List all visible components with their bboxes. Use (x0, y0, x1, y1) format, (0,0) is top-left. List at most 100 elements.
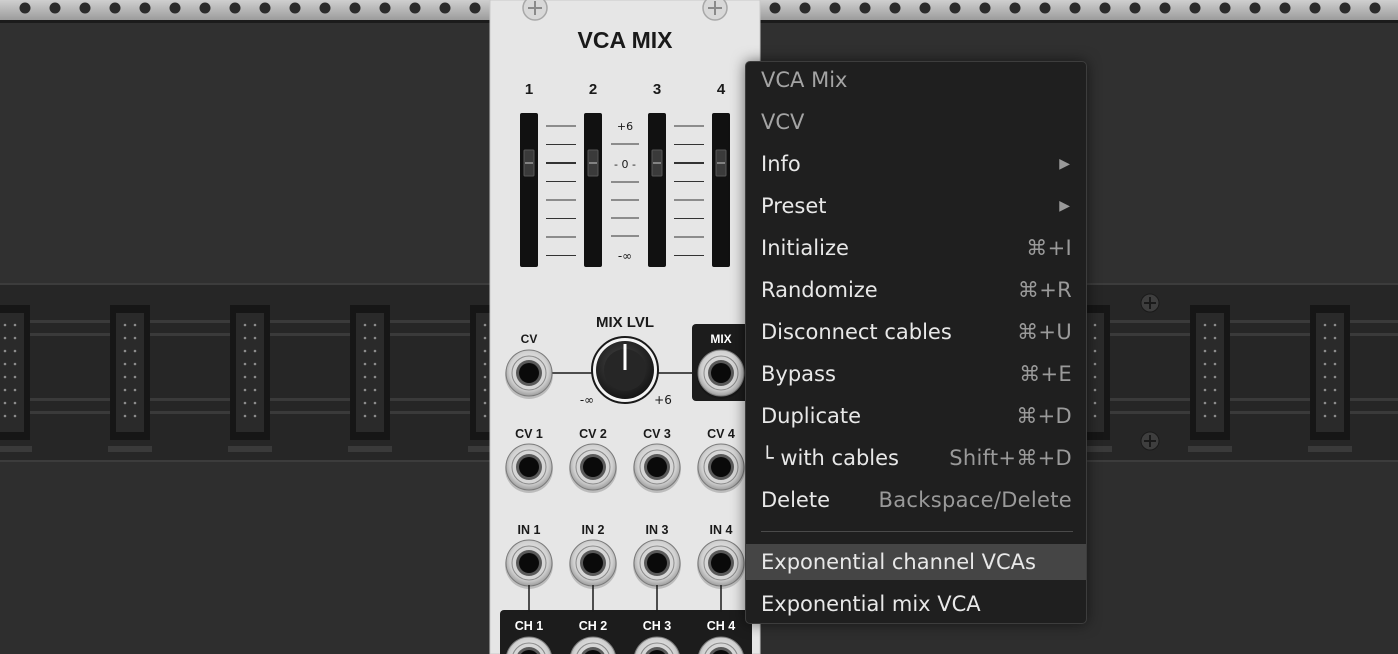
in3-input-jack[interactable] (633, 539, 681, 589)
menu-item-vca-mix: VCA Mix (746, 62, 1086, 98)
rail-hole (1339, 2, 1351, 14)
mix-lvl-label: MIX LVL (596, 314, 654, 331)
menu-item-with-cables[interactable]: └ with cables Shift+⌘+D (746, 440, 1086, 476)
rail-hole (439, 2, 451, 14)
menu-item-info[interactable]: Info ▶ (746, 146, 1086, 182)
in2-label: IN 2 (582, 523, 605, 537)
rail-hole (1099, 2, 1111, 14)
rail-hole (379, 2, 391, 14)
cv-mix-jack[interactable] (505, 349, 553, 399)
menu-item-label: Duplicate (761, 404, 862, 428)
menu-item-label: └ with cables (761, 446, 899, 470)
cv4-label: CV 4 (707, 427, 735, 441)
cv2-label: CV 2 (579, 427, 607, 441)
in4-label: IN 4 (710, 523, 733, 537)
menu-item-shortcut: ⌘+I (1026, 236, 1072, 260)
rail-hole (889, 2, 901, 14)
vca-mix-module: VCA MIX +6 - 0 - -∞ CV MIX LVL -∞ +6 MIX… (489, 0, 761, 654)
rail-hole (79, 2, 91, 14)
rail-hole (1039, 2, 1051, 14)
menu-item-duplicate[interactable]: Duplicate ⌘+D (746, 398, 1086, 434)
mix-label: MIX (710, 332, 731, 346)
menu-item-shortcut: ⌘+U (1017, 320, 1072, 344)
rail-hole (1279, 2, 1291, 14)
menu-item-shortcut: ⌘+D (1016, 404, 1072, 428)
ch1-label: CH 1 (515, 619, 544, 633)
rail-hole (199, 2, 211, 14)
rail-hole (259, 2, 271, 14)
channel-4-slider-track (712, 113, 730, 267)
knob-max-label: +6 (654, 393, 672, 407)
ch4-label: CH 4 (707, 619, 736, 633)
mix-output-jack[interactable] (697, 349, 745, 399)
rail-hole (409, 2, 421, 14)
rail-hole (1069, 2, 1081, 14)
rail-hole (289, 2, 301, 14)
rail-hole (1249, 2, 1261, 14)
rail-hole (769, 2, 781, 14)
cv1-label: CV 1 (515, 427, 543, 441)
menu-item-label: Initialize (761, 236, 849, 260)
menu-item-exponential-mix-vca[interactable]: Exponential mix VCA (746, 586, 1086, 622)
menu-item-disconnect-cables[interactable]: Disconnect cables ⌘+U (746, 314, 1086, 350)
menu-item-label: Disconnect cables (761, 320, 952, 344)
rail-hole (829, 2, 841, 14)
in2-input-jack[interactable] (569, 539, 617, 589)
in3-label: IN 3 (646, 523, 669, 537)
scale-neg-inf: -∞ (618, 249, 632, 263)
cv3-label: CV 3 (643, 427, 671, 441)
menu-item-label: Bypass (761, 362, 836, 386)
channel-3-slider-track (648, 113, 666, 267)
rail-hole (1369, 2, 1381, 14)
context-menu: VCA Mix VCV Info ▶ Preset ▶ Initialize ⌘+I Rando… (745, 61, 1087, 624)
rail-hole (949, 2, 961, 14)
scale-zero: - 0 - (614, 158, 636, 171)
in1-input-jack[interactable] (505, 539, 553, 589)
channel-number-4: 4 (717, 81, 726, 98)
menu-item-exponential-channel-vcas[interactable]: Exponential channel VCAs (746, 544, 1086, 580)
menu-item-label: VCA Mix (761, 68, 848, 92)
in1-label: IN 1 (518, 523, 541, 537)
rail-hole (1129, 2, 1141, 14)
submenu-arrow-icon: ▶ (1059, 156, 1070, 172)
rail-hole (349, 2, 361, 14)
menu-separator (761, 531, 1073, 532)
knob-min-label: -∞ (580, 393, 594, 407)
menu-item-label: Info (761, 152, 801, 176)
channel-number-2: 2 (589, 81, 597, 98)
rail-hole (109, 2, 121, 14)
rail-hole (1219, 2, 1231, 14)
menu-item-bypass[interactable]: Bypass ⌘+E (746, 356, 1086, 392)
menu-item-label: Exponential mix VCA (761, 592, 981, 616)
rail-hole (919, 2, 931, 14)
menu-item-delete[interactable]: Delete Backspace/Delete (746, 482, 1086, 518)
rail-hole (1009, 2, 1021, 14)
menu-item-randomize[interactable]: Randomize ⌘+R (746, 272, 1086, 308)
submenu-arrow-icon: ▶ (1059, 198, 1070, 214)
cv3-input-jack[interactable] (633, 443, 681, 493)
ch2-label: CH 2 (579, 619, 608, 633)
rail-hole (1189, 2, 1201, 14)
cv1-input-jack[interactable] (505, 443, 553, 493)
rail-hole (319, 2, 331, 14)
rail-hole (1309, 2, 1321, 14)
menu-item-label: Randomize (761, 278, 878, 302)
menu-item-preset[interactable]: Preset ▶ (746, 188, 1086, 224)
mix-level-knob[interactable] (591, 336, 659, 404)
cv4-input-jack[interactable] (697, 443, 745, 493)
channel-2-slider-track (584, 113, 602, 267)
rail-hole (1159, 2, 1171, 14)
menu-item-initialize[interactable]: Initialize ⌘+I (746, 230, 1086, 266)
menu-item-shortcut: Backspace/Delete (878, 488, 1072, 512)
channel-1-slider-track (520, 113, 538, 267)
in4-input-jack[interactable] (697, 539, 745, 589)
rail-hole (799, 2, 811, 14)
menu-item-label: VCV (761, 110, 805, 134)
cv-label: CV (521, 332, 538, 346)
rack-background: VCA MIX +6 - 0 - -∞ CV MIX LVL -∞ +6 MIX… (0, 0, 1398, 654)
rail-hole (139, 2, 151, 14)
channel-number-1: 1 (525, 81, 533, 98)
menu-item-label: Delete (761, 488, 830, 512)
rail-hole (49, 2, 61, 14)
cv2-input-jack[interactable] (569, 443, 617, 493)
